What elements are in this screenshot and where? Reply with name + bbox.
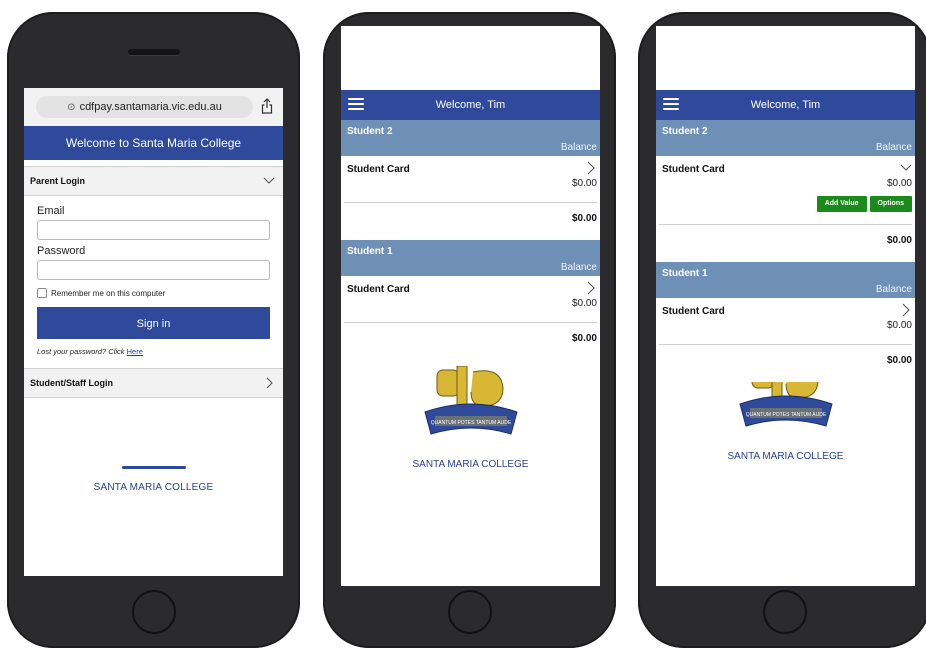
lost-password-text: Lost your password? Click Here <box>37 347 270 356</box>
crest-logo: QUANTUM POTES TANTUM AUDE <box>423 365 518 435</box>
phone-2: Welcome, Tim Student 2 Balance Student C… <box>323 12 616 648</box>
email-field[interactable] <box>37 220 270 240</box>
total-row: $0.00 <box>656 225 915 262</box>
card-row[interactable]: Student Card $0.00 <box>344 156 597 203</box>
card-name: Student Card <box>347 164 410 175</box>
home-button[interactable] <box>447 590 492 634</box>
total-amount: $0.00 <box>886 235 912 246</box>
home-button[interactable] <box>131 590 176 634</box>
hamburger-menu-icon[interactable] <box>348 98 364 110</box>
balance-label: Balance <box>875 142 912 153</box>
chevron-right-icon <box>587 161 595 175</box>
login-screen: ⊙ cdfpay.santamaria.vic.edu.au Welcome to… <box>24 88 283 576</box>
total-amount: $0.00 <box>886 355 912 366</box>
card-name: Student Card <box>662 164 725 175</box>
card-amount: $0.00 <box>886 178 912 189</box>
card-row[interactable]: Student Card $0.00 <box>344 276 597 323</box>
college-name: SANTA MARIA COLLEGE <box>93 482 214 493</box>
url-field[interactable]: ⊙ cdfpay.santamaria.vic.edu.au <box>36 96 253 118</box>
staff-login-header[interactable]: Student/Staff Login <box>24 368 283 398</box>
college-name: SANTA MARIA COLLEGE <box>727 451 844 462</box>
phone-speaker <box>127 49 180 55</box>
college-crest: QUANTUM POTES TANTUM AUDE SANTA MARIA CO… <box>726 357 846 462</box>
total-amount: $0.00 <box>571 213 597 224</box>
parent-login-header[interactable]: Parent Login <box>24 166 283 196</box>
dashboard-screen: Welcome, Tim Student 2 Balance Student C… <box>341 26 600 586</box>
total-row: $0.00 <box>341 203 600 240</box>
student-header: Student 1 Balance <box>341 240 600 276</box>
crest-motto: QUANTUM POTES TANTUM AUDE <box>745 412 826 418</box>
welcome-title: Welcome, Tim <box>435 99 506 111</box>
card-actions: Add Value Options <box>816 196 912 212</box>
lock-icon: ⊙ <box>67 102 76 113</box>
card-amount: $0.00 <box>571 178 597 189</box>
login-form: Email Password Remember me on this compu… <box>24 196 283 356</box>
student-header: Student 2 Balance <box>341 120 600 156</box>
total-row: $0.00 <box>656 345 915 382</box>
app-bar: Welcome, Tim <box>656 90 915 120</box>
welcome-banner: Welcome to Santa Maria College <box>24 126 283 160</box>
share-icon[interactable] <box>261 98 273 114</box>
url-text: cdfpay.santamaria.vic.edu.au <box>79 101 222 113</box>
password-label: Password <box>37 245 86 257</box>
student-header: Student 2 Balance <box>656 120 915 156</box>
card-amount: $0.00 <box>886 320 912 331</box>
student-name: Student 2 <box>662 126 708 137</box>
total-amount: $0.00 <box>571 333 597 344</box>
remember-checkbox[interactable] <box>37 288 47 298</box>
student-name: Student 1 <box>347 246 393 257</box>
lost-password-prefix: Lost your password? Click <box>37 347 125 356</box>
top-spacer <box>341 26 600 90</box>
logo-stripe <box>121 466 186 469</box>
dashboard-expanded-screen: Welcome, Tim Student 2 Balance Student C… <box>656 26 915 586</box>
crest-logo: QUANTUM POTES TANTUM AUDE <box>738 357 833 427</box>
total-row: $0.00 <box>341 323 600 360</box>
balance-label: Balance <box>560 142 597 153</box>
card-name: Student Card <box>662 306 725 317</box>
sign-in-button[interactable]: Sign in <box>37 307 270 339</box>
top-spacer <box>656 26 915 90</box>
home-button[interactable] <box>762 590 807 634</box>
phone-1: ⊙ cdfpay.santamaria.vic.edu.au Welcome to… <box>7 12 300 648</box>
balance-label: Balance <box>560 262 597 273</box>
chevron-right-icon <box>902 303 910 317</box>
password-field[interactable] <box>37 260 270 280</box>
college-crest: QUANTUM POTES TANTUM AUDE SANTA MARIA CO… <box>411 365 531 470</box>
add-value-button[interactable]: Add Value <box>816 196 867 212</box>
chevron-down-icon <box>900 164 912 171</box>
staff-login-label: Student/Staff Login <box>30 378 113 388</box>
college-logo: SANTA MARIA COLLEGE <box>24 466 283 493</box>
phone-3: Welcome, Tim Student 2 Balance Student C… <box>638 12 926 648</box>
hamburger-menu-icon[interactable] <box>663 98 679 110</box>
parent-login-label: Parent Login <box>30 176 86 186</box>
browser-address-bar: ⊙ cdfpay.santamaria.vic.edu.au <box>24 88 283 126</box>
remember-me: Remember me on this computer <box>37 288 270 298</box>
card-row-expanded[interactable]: Student Card $0.00 Add Value Options <box>659 156 912 225</box>
card-amount: $0.00 <box>571 298 597 309</box>
email-label: Email <box>37 205 65 217</box>
chevron-right-icon <box>266 377 273 389</box>
lost-password-link[interactable]: Here <box>127 347 143 356</box>
crest-motto: QUANTUM POTES TANTUM AUDE <box>430 420 511 426</box>
student-name: Student 2 <box>347 126 393 137</box>
card-row[interactable]: Student Card $0.00 <box>659 298 912 345</box>
student-name: Student 1 <box>662 268 708 279</box>
options-button[interactable]: Options <box>869 196 912 212</box>
remember-label: Remember me on this computer <box>51 288 166 298</box>
balance-label: Balance <box>875 284 912 295</box>
app-bar: Welcome, Tim <box>341 90 600 120</box>
chevron-down-icon <box>263 177 275 184</box>
chevron-right-icon <box>587 281 595 295</box>
college-name: SANTA MARIA COLLEGE <box>412 459 529 470</box>
welcome-title: Welcome, Tim <box>750 99 821 111</box>
card-name: Student Card <box>347 284 410 295</box>
student-header: Student 1 Balance <box>656 262 915 298</box>
